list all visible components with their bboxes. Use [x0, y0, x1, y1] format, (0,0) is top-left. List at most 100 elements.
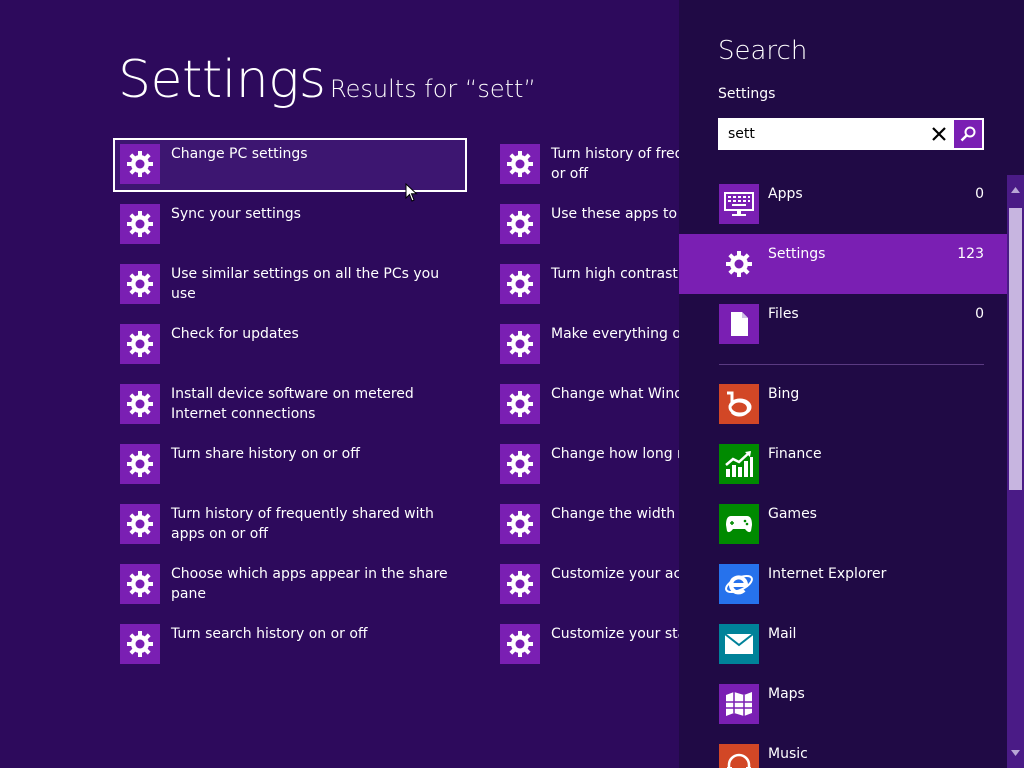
triangle-up-icon [1011, 187, 1020, 193]
app-mail[interactable]: Mail [679, 616, 1007, 676]
divider [719, 364, 984, 365]
app-bing[interactable]: Bing [679, 376, 1007, 436]
gear-icon [719, 244, 759, 284]
result-label: Change how long n [551, 446, 679, 462]
clear-search-button[interactable] [924, 120, 954, 148]
results-label: Results for “sett” [330, 75, 536, 103]
app-finance[interactable]: Finance [679, 436, 1007, 496]
category-settings[interactable]: Settings 123 [679, 234, 1007, 294]
gear-icon [120, 504, 160, 544]
category-label: Apps [768, 186, 803, 202]
gear-icon [120, 144, 160, 184]
result-label: Install device software on metered Inter… [171, 386, 414, 422]
mail-icon [719, 624, 759, 664]
result-label: Sync your settings [171, 206, 301, 222]
result-change-how-long[interactable]: Change how long n [493, 438, 679, 494]
result-label: Make everything on [551, 326, 679, 342]
result-label: Turn high contrast c [551, 266, 679, 282]
app-games[interactable]: Games [679, 496, 1007, 556]
keyboard-icon [719, 184, 759, 224]
result-label: Change PC settings [171, 146, 308, 162]
app-music[interactable]: Music [679, 736, 1007, 768]
result-frequ-history[interactable]: Turn history of frequ or off [493, 138, 679, 194]
close-icon [932, 127, 946, 141]
search-charm: Search Settings sett Apps 0 Settings 123… [679, 0, 1024, 768]
app-label: Bing [768, 386, 800, 402]
gear-icon [120, 264, 160, 304]
search-results-pane: Settings Results for “sett” Change PC se… [0, 0, 679, 768]
gear-icon [120, 564, 160, 604]
app-label: Finance [768, 446, 822, 462]
category-count: 123 [957, 246, 984, 262]
category-apps[interactable]: Apps 0 [679, 176, 1007, 236]
result-share-pane-apps[interactable]: Choose which apps appear in the share pa… [113, 558, 463, 614]
category-count: 0 [975, 186, 984, 202]
result-high-contrast[interactable]: Turn high contrast c [493, 258, 679, 314]
app-label: Maps [768, 686, 805, 702]
result-label: Change what Windo [551, 386, 679, 402]
result-label: Choose which apps appear in the share pa… [171, 566, 448, 602]
category-count: 0 [975, 306, 984, 322]
search-input[interactable] [720, 120, 920, 148]
result-label: Check for updates [171, 326, 299, 342]
app-label: Music [768, 746, 808, 762]
result-label: Turn search history on or off [171, 626, 368, 642]
search-go-button[interactable] [954, 120, 982, 148]
search-icon [960, 126, 976, 142]
result-change-what-windows[interactable]: Change what Windo [493, 378, 679, 434]
music-icon [719, 744, 759, 768]
result-label: Use similar settings on all the PCs you … [171, 266, 440, 302]
triangle-down-icon [1011, 750, 1020, 756]
result-change-width[interactable]: Change the width o [493, 498, 679, 554]
gear-icon [500, 624, 540, 664]
result-search-history[interactable]: Turn search history on or off [113, 618, 463, 674]
gear-icon [500, 444, 540, 484]
scrollbar-thumb[interactable] [1009, 208, 1022, 490]
result-install-device-software[interactable]: Install device software on metered Inter… [113, 378, 463, 434]
result-similar-settings[interactable]: Use similar settings on all the PCs you … [113, 258, 463, 314]
result-label: Turn history of frequ or off [551, 146, 679, 182]
result-label: Use these apps to se [551, 206, 679, 222]
scroll-up-button[interactable] [1007, 175, 1024, 205]
result-sync-your-settings[interactable]: Sync your settings [113, 198, 463, 254]
internet-explorer-icon [719, 564, 759, 604]
result-label: Change the width o [551, 506, 679, 522]
maps-icon [719, 684, 759, 724]
gear-icon [500, 384, 540, 424]
result-frequently-shared-history[interactable]: Turn history of frequently shared with a… [113, 498, 463, 554]
result-check-for-updates[interactable]: Check for updates [113, 318, 463, 374]
result-label: Turn history of frequently shared with a… [171, 506, 434, 542]
gear-icon [120, 444, 160, 484]
gear-icon [500, 324, 540, 364]
result-customize-account[interactable]: Customize your acc [493, 558, 679, 614]
result-make-everything[interactable]: Make everything on [493, 318, 679, 374]
gear-icon [500, 204, 540, 244]
category-files[interactable]: Files 0 [679, 296, 1007, 356]
scroll-down-button[interactable] [1007, 738, 1024, 768]
search-box [718, 118, 984, 150]
mouse-pointer-icon [405, 183, 418, 202]
gear-icon [120, 624, 160, 664]
result-customize-start[interactable]: Customize your star [493, 618, 679, 674]
search-charm-title: Search [718, 36, 808, 66]
gear-icon [120, 384, 160, 424]
app-label: Games [768, 506, 817, 522]
gear-icon [500, 264, 540, 304]
games-icon [719, 504, 759, 544]
result-use-these-apps[interactable]: Use these apps to se [493, 198, 679, 254]
gear-icon [500, 504, 540, 544]
category-label: Settings [768, 246, 826, 262]
finance-icon [719, 444, 759, 484]
app-label: Mail [768, 626, 797, 642]
app-label: Internet Explorer [768, 566, 887, 582]
gear-icon [120, 324, 160, 364]
file-icon [719, 304, 759, 344]
category-label: Files [768, 306, 799, 322]
result-share-history[interactable]: Turn share history on or off [113, 438, 463, 494]
bing-icon [719, 384, 759, 424]
app-maps[interactable]: Maps [679, 676, 1007, 736]
gear-icon [120, 204, 160, 244]
app-internet-explorer[interactable]: Internet Explorer [679, 556, 1007, 616]
page-title: Settings [118, 50, 326, 110]
result-label: Turn share history on or off [171, 446, 360, 462]
